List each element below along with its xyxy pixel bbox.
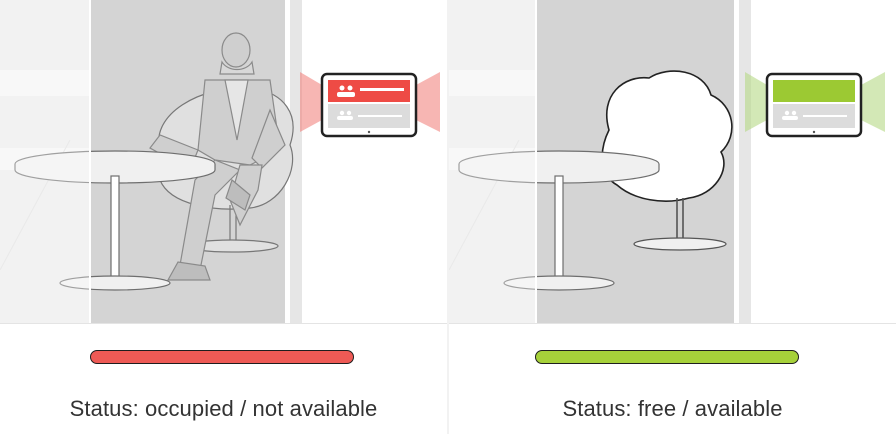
status-bar-free bbox=[535, 350, 799, 364]
free-scene-illustration bbox=[449, 0, 896, 323]
status-panel-occupied: Status: occupied / not available bbox=[0, 0, 447, 434]
status-label-occupied: Status: occupied / not available bbox=[69, 396, 378, 421]
status-panel-free: Status: free / available bbox=[449, 0, 896, 434]
status-label-free: Status: free / available bbox=[562, 396, 783, 421]
panel-separator bbox=[0, 323, 447, 324]
status-bar-occupied bbox=[90, 350, 354, 364]
panel-separator bbox=[449, 323, 896, 324]
occupied-scene-illustration bbox=[0, 0, 447, 323]
